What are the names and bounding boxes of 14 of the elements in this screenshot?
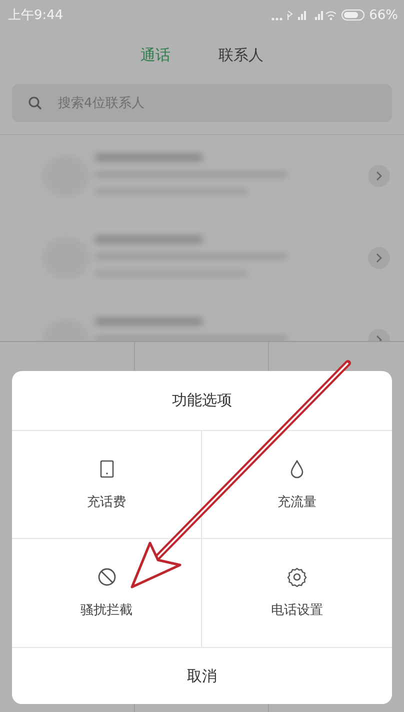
chevron-icon (375, 253, 383, 263)
sheet-title: 功能选项 (172, 391, 232, 410)
details-button[interactable] (368, 247, 390, 269)
status-time: 上午9:44 (8, 7, 64, 24)
tab[interactable]: 联系人 (214, 44, 268, 66)
block-icon (96, 567, 116, 587)
settings-icon (287, 567, 307, 587)
battery-icon (341, 9, 366, 21)
battery-level: 66% (369, 8, 398, 22)
signal-icon (271, 9, 338, 21)
option-button[interactable]: 充话费 (12, 431, 202, 539)
search-field[interactable]: 搜索4位联系人 (12, 84, 392, 122)
details-button[interactable] (368, 165, 390, 187)
chevron-icon (375, 171, 383, 181)
